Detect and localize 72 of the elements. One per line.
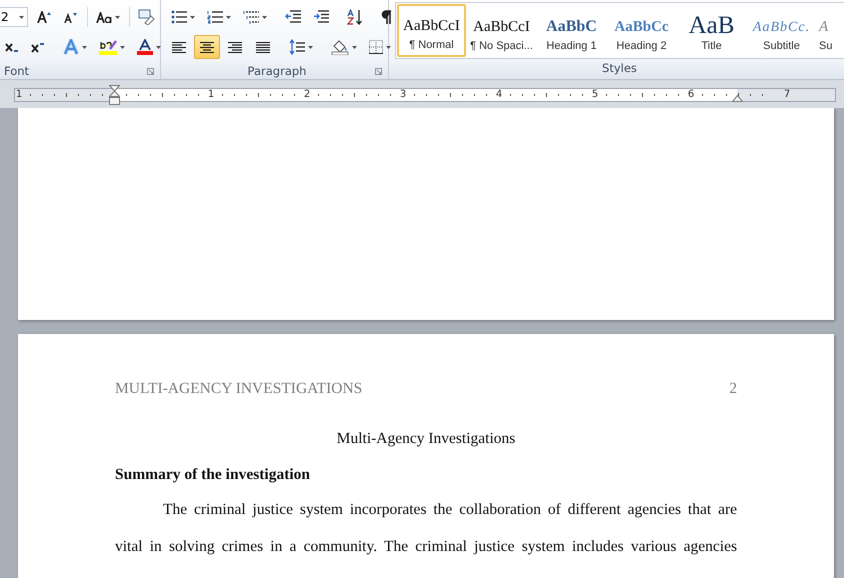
caret-icon [18,16,24,18]
caret-icon [262,16,267,18]
multilevel-list-icon [243,10,259,24]
align-lines-icon [172,42,186,52]
superscript-icon [31,42,45,52]
ruler-number: 6 [687,88,695,101]
document-title: Multi-Agency Investigations [336,430,516,447]
style-name: Heading 1 [546,40,597,52]
caret-icon [120,46,125,48]
group-label: Paragraph [248,64,306,78]
caret-icon [308,46,313,48]
numbered-list-icon [207,10,223,24]
paint-bucket-icon [331,39,349,55]
body-text-line: The criminal justice system incorporates the collaboration of different agencies that are [162,500,737,520]
style-sample: AaBbCcI [473,19,530,36]
borders-icon [369,40,383,54]
align-lines-icon [256,42,270,52]
style-name: Subtitle [763,40,800,52]
indent-marker-icon[interactable] [109,85,120,105]
right-indent-marker-icon[interactable] [732,95,743,102]
ruler-number: 1 [15,88,23,101]
ruler-number: 4 [495,88,503,101]
subscript-icon [5,42,19,52]
dialog-launcher-icon[interactable] [375,68,382,75]
style-sample: AaB [688,13,734,38]
outdent-icon [285,10,301,24]
glowing-letter-icon [63,39,79,55]
ruler-number: 1 [207,88,215,101]
ruler-number: 5 [591,88,599,101]
style-name: Heading 2 [616,40,667,52]
ruler-number: 7 [783,88,791,101]
group-label: Styles [602,60,637,74]
style-name: ¶ Normal [409,39,454,51]
bullet-list-icon [171,10,187,24]
caret-icon [190,16,195,18]
dialog-launcher-icon[interactable] [147,68,154,75]
align-lines-icon [228,42,242,52]
case-icon [96,12,112,22]
align-button[interactable] [194,35,220,59]
eraser-icon [138,9,155,25]
page-number: 2 [729,380,737,398]
sort-icon [347,9,363,25]
caret-icon [386,46,391,48]
style-sample: AaBbCc [614,19,669,36]
style-sample: AaBbCc. [752,20,810,36]
line-spacing-icon [289,39,305,55]
style-sample: A [819,19,828,36]
style-sample: AaBbCcI [403,18,460,35]
caret-icon [352,46,357,48]
style-tile[interactable]: AaBbCcI ¶ Normal [397,4,466,57]
shrink-font-icon [64,12,78,22]
caret-icon [156,46,161,48]
highlighter-icon [99,39,117,55]
style-name: Su [819,40,832,52]
body-text-line: vital in solving crimes in a community. The criminal justice system includes various agencies [115,537,737,557]
indent-icon [313,10,329,24]
ruler-number: 2 [303,88,311,101]
align-lines-icon [200,42,214,52]
font-color-icon [137,39,153,55]
ruler-number: 3 [399,88,407,101]
style-name: Title [701,40,722,52]
font-size-field[interactable]: 2 [0,7,28,27]
section-heading: Summary of the investigation [115,466,310,483]
caret-icon [82,46,87,48]
pilcrow-icon [381,10,392,24]
style-sample: AaBbC [546,18,597,36]
running-header: MULTI-AGENCY INVESTIGATIONS [115,380,362,398]
grow-font-icon [36,11,52,23]
caret-icon [114,16,120,18]
group-label: Font [4,64,30,78]
caret-icon [226,16,231,18]
style-name: ¶ No Spaci... [470,40,533,52]
